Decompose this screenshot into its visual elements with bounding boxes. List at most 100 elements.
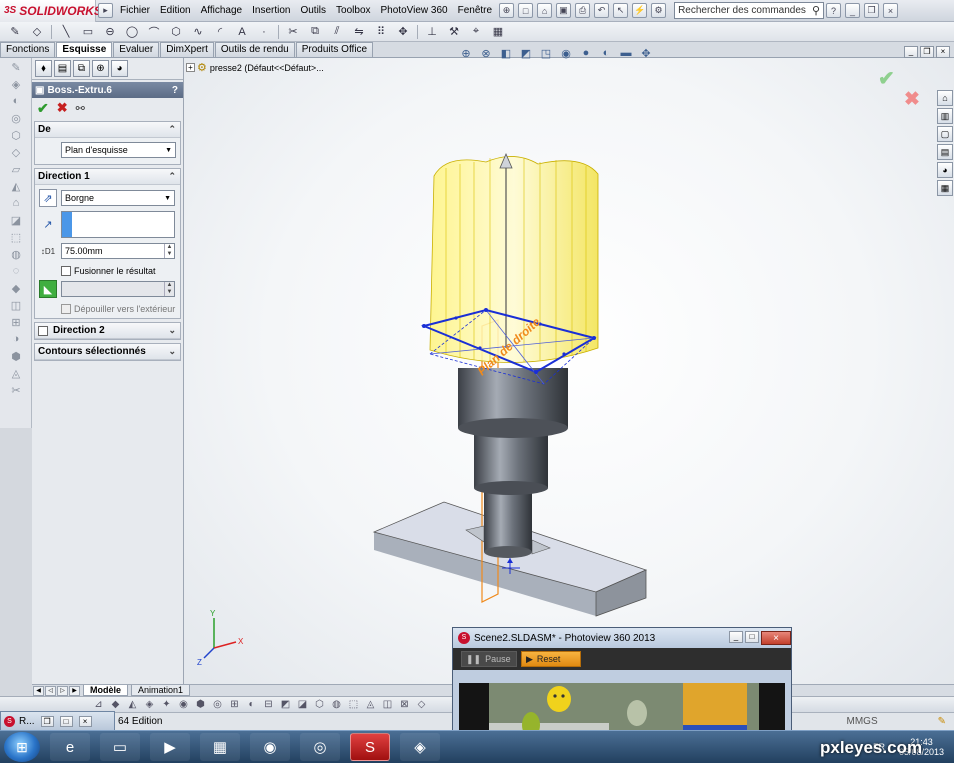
feature-tree-root[interactable]: + ⚙ presse2 (Défaut<<Défaut>... — [186, 61, 324, 74]
reset-button[interactable]: ▶ Reset — [521, 651, 581, 667]
line-icon[interactable]: ╲ — [58, 25, 74, 39]
photoview-title-bar[interactable]: S Scene2.SLDASM* - Photoview 360 2013 _ … — [453, 628, 791, 648]
view-settings-icon[interactable]: ✥ — [638, 46, 654, 60]
tool-icon[interactable]: ◫ — [8, 299, 24, 313]
pattern-icon[interactable]: ⠿ — [373, 25, 389, 39]
select-icon[interactable]: ↖ — [613, 3, 629, 18]
solidworks-resources-icon[interactable]: ⌂ — [937, 90, 953, 106]
slot-icon[interactable]: ⊖ — [102, 25, 118, 39]
tool-icon[interactable]: ◆ — [8, 282, 24, 296]
tool-icon[interactable]: ✦ — [160, 698, 173, 712]
menu-insertion[interactable]: Insertion — [247, 0, 295, 22]
prev-tab-icon[interactable]: ◁ — [45, 685, 56, 696]
new-doc-icon[interactable]: □ — [518, 3, 534, 18]
search-input[interactable]: Rechercher des commandes ⚲ — [674, 2, 825, 19]
relations-icon[interactable]: ⊥ — [424, 25, 440, 39]
cancel-x-icon[interactable]: ✖ — [57, 100, 68, 116]
property-manager-tab-icon[interactable]: ▤ — [54, 60, 71, 77]
tool-icon[interactable]: ◎ — [8, 112, 24, 126]
tab-animation1[interactable]: Animation1 — [131, 685, 191, 696]
tool-icon[interactable]: ◑ — [8, 333, 24, 347]
configuration-manager-tab-icon[interactable]: ⧉ — [73, 60, 90, 77]
merge-result-checkbox[interactable]: Fusionner le résultat — [61, 266, 180, 276]
tool-icon[interactable]: ⊞ — [8, 316, 24, 330]
solidworks-tool-icon[interactable]: ◈ — [400, 733, 440, 761]
menu-edition[interactable]: Edition — [155, 0, 196, 22]
confirmation-ok-icon[interactable]: ✔ — [878, 66, 895, 91]
tab-fonctions[interactable]: Fonctions — [0, 42, 56, 57]
pin-icon[interactable]: ▸ — [98, 3, 113, 18]
internet-explorer-icon[interactable]: e — [50, 733, 90, 761]
view-triad-icon[interactable]: Y X Z — [197, 609, 244, 667]
doc-restore-icon[interactable]: ❐ — [920, 46, 934, 58]
ok-check-icon[interactable]: ✔ — [37, 100, 49, 117]
rectangle-icon[interactable]: ▭ — [80, 25, 96, 39]
menu-photoview[interactable]: PhotoView 360 — [376, 0, 453, 22]
start-button[interactable]: ⊞ — [4, 732, 40, 762]
status-units[interactable]: MMGS — [847, 716, 878, 727]
tool-icon[interactable]: ⬢ — [194, 698, 207, 712]
tool-icon[interactable]: ◫ — [381, 698, 394, 712]
edit-appearance-icon[interactable]: ◐ — [598, 46, 614, 60]
graphics-area[interactable]: Plan de droite Y X Z — [184, 58, 954, 686]
tool-icon[interactable]: ◭ — [8, 180, 24, 194]
direction-selection-box[interactable] — [61, 211, 175, 238]
group-de-header[interactable]: De ⌃ — [35, 122, 180, 138]
close-icon[interactable]: × — [78, 715, 92, 727]
solidworks-taskbar-icon[interactable]: S — [350, 733, 390, 761]
depth-input[interactable]: 75.00mm ▲ ▼ — [61, 243, 175, 259]
tab-evaluer[interactable]: Evaluer — [113, 42, 160, 57]
menu-fichier[interactable]: Fichier — [115, 0, 155, 22]
menu-affichage[interactable]: Affichage — [196, 0, 248, 22]
doc-close-icon[interactable]: × — [936, 46, 950, 58]
group-direction1-header[interactable]: Direction 1 ⌃ — [35, 169, 180, 185]
start-condition-select[interactable]: Plan d'esquisse ▼ — [61, 142, 176, 158]
expand-icon[interactable]: ⌄ — [168, 325, 176, 336]
tab-dimxpert[interactable]: DimXpert — [160, 42, 214, 57]
tool-icon[interactable]: ▱ — [8, 163, 24, 177]
model-viewport[interactable]: Plan de droite Y X Z — [184, 58, 954, 686]
tool-icon[interactable]: ◪ — [8, 214, 24, 228]
tool-icon[interactable]: ◍ — [8, 248, 24, 262]
restore-icon[interactable]: ❐ — [40, 715, 54, 727]
point-icon[interactable]: · — [256, 25, 272, 39]
tool-icon[interactable]: ⊟ — [262, 698, 275, 712]
undo-icon[interactable]: ↶ — [594, 3, 610, 18]
end-condition-select[interactable]: Borgne ▼ — [61, 190, 175, 206]
quick-snaps-icon[interactable]: ⌖ — [468, 25, 484, 39]
tool-icon[interactable]: ⌂ — [8, 197, 24, 211]
file-explorer-icon[interactable]: ▢ — [937, 126, 953, 142]
zoom-to-fit-icon[interactable]: ⊕ — [458, 46, 474, 60]
photoview-minimize-icon[interactable]: _ — [729, 631, 743, 643]
reverse-direction-icon[interactable]: ⇗ — [39, 189, 57, 207]
collapse-icon[interactable]: ⌃ — [168, 171, 176, 182]
tab-outils-rendu[interactable]: Outils de rendu — [214, 42, 295, 57]
pin-menu-icon[interactable]: ⊕ — [499, 3, 515, 18]
tool-icon[interactable]: ◇ — [8, 146, 24, 160]
tool-icon[interactable]: ◍ — [330, 698, 343, 712]
tab-produits-office[interactable]: Produits Office — [295, 42, 374, 57]
help-icon[interactable]: ? — [826, 3, 842, 18]
tool-icon[interactable]: ⊠ — [398, 698, 411, 712]
group-direction2-header[interactable]: Direction 2 ⌄ — [35, 323, 180, 339]
zoom-area-icon[interactable]: ⊗ — [478, 46, 494, 60]
tool-icon[interactable]: ⬚ — [8, 231, 24, 245]
expand-icon[interactable]: ⌄ — [168, 346, 176, 357]
close-app-icon[interactable]: × — [883, 3, 899, 18]
trim-icon[interactable]: ✂ — [285, 25, 301, 39]
doc-minimize-icon[interactable]: _ — [904, 46, 918, 58]
tool-icon[interactable]: ⬡ — [313, 698, 326, 712]
tab-esquisse[interactable]: Esquisse — [56, 42, 113, 57]
tool-icon[interactable]: ⬢ — [8, 350, 24, 364]
arc-icon[interactable]: ⌒ — [146, 25, 162, 39]
draft-icon[interactable]: ◣ — [39, 280, 57, 298]
tool-icon[interactable]: ◭ — [126, 698, 139, 712]
feature-manager-tab-icon[interactable]: ⬧ — [35, 60, 52, 77]
first-tab-icon[interactable]: ◀ — [33, 685, 44, 696]
tool-icon[interactable]: ✂ — [8, 384, 24, 398]
status-help-icon[interactable]: ✎ — [938, 716, 946, 727]
tool-icon[interactable]: ◬ — [8, 367, 24, 381]
collapse-icon[interactable]: ⌃ — [168, 124, 176, 135]
rapid-sketch-icon[interactable]: ▦ — [490, 25, 506, 39]
options-icon[interactable]: ⚙ — [651, 3, 667, 18]
